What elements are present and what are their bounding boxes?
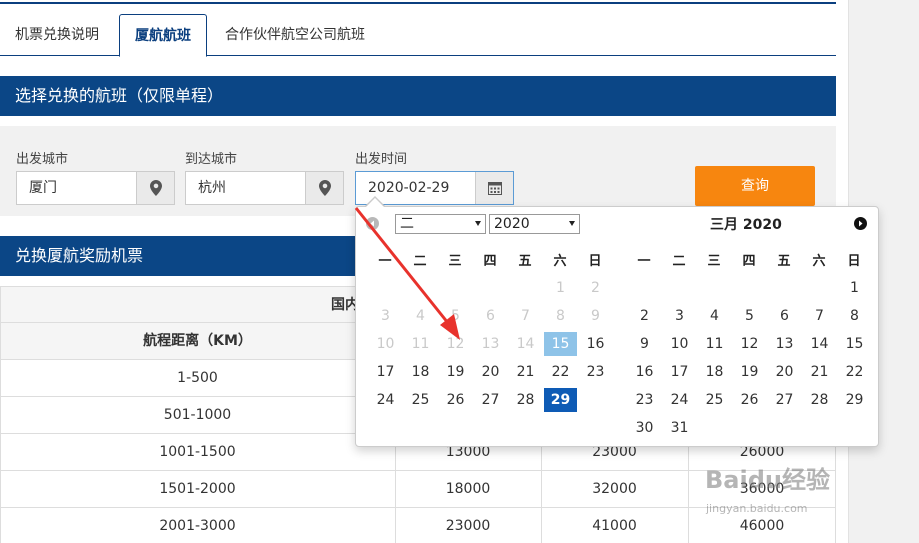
baidu-watermark-url: jingyan.baidu.com [706, 502, 808, 515]
watermark-text: Baidu经验 [705, 466, 830, 494]
baidu-watermark-logo: Baidu经验 [705, 460, 830, 495]
